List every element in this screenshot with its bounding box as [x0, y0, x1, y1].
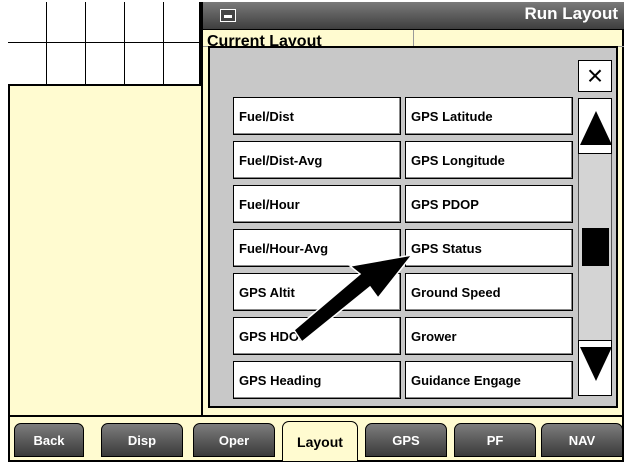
tab-nav[interactable]: NAV — [541, 423, 623, 457]
list-item[interactable]: Guidance Engage — [405, 361, 573, 399]
list-item[interactable]: Fuel/Dist-Avg — [233, 141, 401, 179]
tab-back[interactable]: Back — [14, 423, 84, 457]
grid-cell[interactable] — [8, 2, 47, 43]
list-item[interactable]: GPS Altit — [233, 273, 401, 311]
grid-cell[interactable] — [86, 2, 125, 43]
scroll-down-button[interactable] — [578, 340, 612, 396]
scroll-up-button[interactable] — [578, 98, 612, 154]
list-item[interactable]: Grower — [405, 317, 573, 355]
list-item[interactable]: Fuel/Hour — [233, 185, 401, 223]
tab-pf[interactable]: PF — [454, 423, 536, 457]
grid-cell[interactable] — [125, 43, 164, 84]
list-item[interactable]: GPS Heading — [233, 361, 401, 399]
bottom-divider — [8, 415, 624, 417]
scrollbar-thumb[interactable] — [582, 228, 609, 266]
grid-cell[interactable] — [164, 43, 199, 84]
grid-cell[interactable] — [125, 2, 164, 43]
tab-oper[interactable]: Oper — [193, 423, 275, 457]
list-item[interactable]: Fuel/Dist — [233, 97, 401, 135]
tab-gps[interactable]: GPS — [365, 423, 447, 457]
grid-cell[interactable] — [47, 43, 86, 84]
tab-layout[interactable]: Layout — [282, 421, 358, 461]
list-item[interactable]: Ground Speed — [405, 273, 573, 311]
list-item[interactable]: GPS HDOP — [233, 317, 401, 355]
list-item[interactable]: GPS PDOP — [405, 185, 573, 223]
list-item[interactable]: Fuel/Hour-Avg — [233, 229, 401, 267]
close-button[interactable]: × — [578, 60, 612, 92]
title-bar: Run Layout — [203, 2, 624, 30]
current-layout-label: Current Layout — [207, 33, 322, 46]
monitor-icon — [220, 9, 236, 22]
tab-disp[interactable]: Disp — [101, 423, 183, 457]
list-item[interactable]: GPS Longitude — [405, 141, 573, 179]
page-title: Run Layout — [524, 4, 619, 23]
grid-cell[interactable] — [164, 2, 199, 43]
list-item[interactable]: GPS Latitude — [405, 97, 573, 135]
grid-cell[interactable] — [8, 43, 47, 84]
grid-cell[interactable] — [47, 2, 86, 43]
grid-cell[interactable] — [86, 43, 125, 84]
layout-grid — [8, 2, 201, 86]
list-item[interactable]: GPS Status — [405, 229, 573, 267]
vertical-divider — [201, 2, 203, 416]
